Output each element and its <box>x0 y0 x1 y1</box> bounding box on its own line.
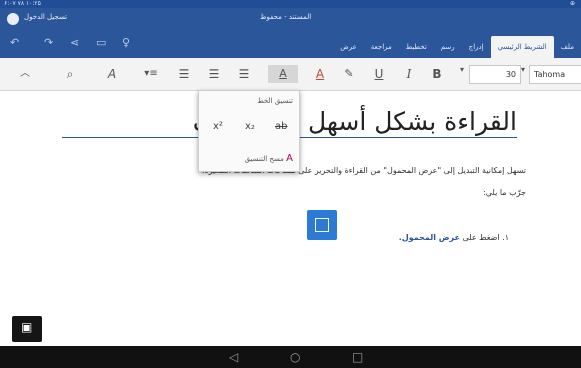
paragraph-direction-icon[interactable]: ▾≡ <box>140 65 162 83</box>
font-name-field[interactable]: Tahoma <box>529 65 581 84</box>
mobile-view-toggle-button[interactable] <box>12 316 42 342</box>
read-mode-icon[interactable]: ▭ <box>96 36 106 49</box>
tab-view[interactable]: عرض <box>333 36 364 58</box>
clear-formatting-label: مسح التنسيق <box>244 155 284 163</box>
lightbulb-icon[interactable]: ♀ <box>122 36 130 49</box>
bullets-icon[interactable]: ☰ <box>236 65 252 83</box>
share-icon[interactable]: ⋖ <box>70 36 79 49</box>
font-format-popup: تنسيق الخط x² x₂ ab مسح التنسيق A <box>198 90 300 172</box>
undo-icon[interactable]: ↶ <box>10 36 19 49</box>
font-chevron-down-icon[interactable]: ▾ <box>521 65 525 74</box>
font-size-field[interactable]: 30 <box>469 65 521 84</box>
step-list-item[interactable]: ١. اضغط على عرض المحمول. <box>399 233 509 242</box>
strikethrough-button[interactable]: ab <box>275 121 287 132</box>
highlighter-icon[interactable]: ✎ <box>342 65 356 83</box>
status-system-icon: ⊕ <box>569 0 575 7</box>
popup-header: تنسيق الخط <box>257 97 293 105</box>
back-icon[interactable]: ◁ <box>229 350 238 364</box>
recents-icon[interactable]: □ <box>352 350 363 364</box>
align-center-icon[interactable]: ☰ <box>206 65 222 83</box>
tab-file[interactable]: ملف <box>554 36 581 58</box>
italic-button[interactable]: I <box>402 65 416 83</box>
font-format-button[interactable]: A <box>268 65 298 83</box>
status-bar: ۶:۰۷ ۷۸ ۱۰:۲۵ ⊕ <box>0 0 581 8</box>
align-right-icon[interactable]: ☰ <box>176 65 192 83</box>
step-text: اضغط على <box>459 233 500 242</box>
font-color-button[interactable]: A <box>312 65 328 83</box>
underline-button[interactable]: U <box>372 65 386 83</box>
step-number: ١. <box>502 233 509 242</box>
subscript-button[interactable]: x₂ <box>245 121 255 132</box>
android-nav-bar: ◁ ○ □ <box>0 346 581 368</box>
superscript-button[interactable]: x² <box>213 121 223 132</box>
bold-button[interactable]: B <box>430 65 444 83</box>
clear-formatting-button[interactable]: مسح التنسيق A <box>245 153 293 164</box>
ribbon-tabs: ملف الشريط الرئيسي إدراج رسم تخطيط مراجع… <box>333 36 581 58</box>
title-bar: تسجيل الدخول المستند - محفوظ <box>0 8 581 30</box>
status-time: ۶:۰۷ ۷۸ ۱۰:۲۵ <box>4 0 41 7</box>
search-icon[interactable]: ⌕ <box>62 65 78 83</box>
ribbon: ↶ ↷ ⋖ ▭ ♀ ملف الشريط الرئيسي إدراج رسم ت… <box>0 30 581 58</box>
tab-insert[interactable]: إدراج <box>462 36 491 58</box>
tab-home[interactable]: الشريط الرئيسي <box>490 36 554 58</box>
sign-in-link[interactable]: تسجيل الدخول <box>24 13 67 21</box>
mobile-view-icon <box>307 210 337 240</box>
formatting-toolbar: ︿ ⌕ A ▾≡ ☰ ☰ ☰ A A ✎ U I B ▾ 30 ▾ Tahoma <box>0 58 581 91</box>
redo-icon[interactable]: ↷ <box>44 36 53 49</box>
size-chevron-down-icon[interactable]: ▾ <box>460 65 464 74</box>
eraser-icon: A <box>286 153 293 164</box>
styles-icon[interactable]: A <box>104 65 120 83</box>
tab-draw[interactable]: رسم <box>434 36 462 58</box>
avatar[interactable] <box>7 13 19 25</box>
tab-layout[interactable]: تخطيط <box>399 36 434 58</box>
collapse-chevron-icon[interactable]: ︿ <box>18 65 32 83</box>
step-text-bold: عرض المحمول. <box>398 233 460 242</box>
tab-review[interactable]: مراجعة <box>364 36 399 58</box>
document-title[interactable]: المستند - محفوظ <box>260 13 311 21</box>
home-icon[interactable]: ○ <box>290 350 300 364</box>
document-paragraph-2[interactable]: جرّب ما يلي: <box>483 188 526 197</box>
